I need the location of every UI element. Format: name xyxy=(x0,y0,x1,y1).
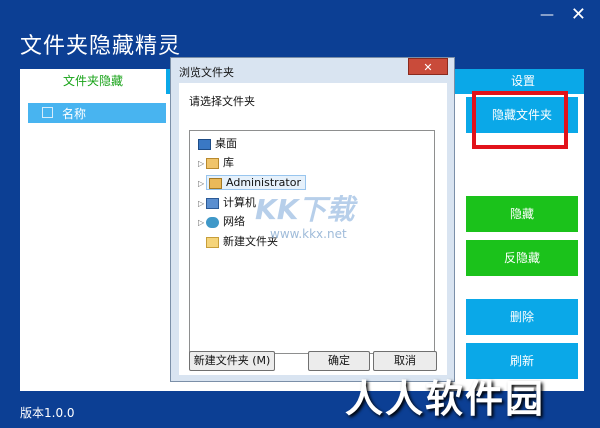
unhide-button[interactable]: 反隐藏 xyxy=(466,240,578,276)
user-folder-icon xyxy=(209,177,222,189)
library-icon xyxy=(206,157,219,169)
tree-item-label: 计算机 xyxy=(223,196,256,209)
network-icon xyxy=(206,216,219,228)
tab-folder-hide[interactable]: 文件夹隐藏 xyxy=(20,69,166,94)
delete-button[interactable]: 删除 xyxy=(466,299,578,335)
expand-icon[interactable]: ▷ xyxy=(198,155,206,173)
dialog-title: 浏览文件夹 xyxy=(179,66,234,79)
tree-item-desktop[interactable]: 桌面 xyxy=(198,135,237,153)
folder-tree[interactable]: 桌面 ▷ 库 ▷ Administrator ▷ 计算机 ▷ 网络 新建文件夹 xyxy=(189,130,435,354)
tree-item-label: 库 xyxy=(223,156,234,169)
tree-item-new-folder[interactable]: 新建文件夹 xyxy=(206,233,278,251)
computer-icon xyxy=(206,197,219,209)
folder-icon xyxy=(206,236,219,248)
desktop-icon xyxy=(198,138,211,150)
tree-item-library[interactable]: ▷ 库 xyxy=(198,154,234,172)
app-title: 文件夹隐藏精灵 xyxy=(20,34,182,59)
expand-icon[interactable]: ▷ xyxy=(198,195,206,213)
new-folder-button[interactable]: 新建文件夹 (M) xyxy=(189,351,275,371)
tree-item-network[interactable]: ▷ 网络 xyxy=(198,213,245,231)
column-name: 名称 xyxy=(62,107,87,121)
kk-watermark: KK下载 xyxy=(255,193,355,226)
list-header: 名称 xyxy=(28,103,166,123)
expand-icon[interactable]: ▷ xyxy=(198,214,206,232)
hide-button[interactable]: 隐藏 xyxy=(466,196,578,232)
minimize-icon[interactable]: — xyxy=(540,8,554,22)
tree-item-label: 桌面 xyxy=(215,137,237,150)
dialog-close-icon[interactable]: ✕ xyxy=(408,58,448,75)
version-label: 版本1.0.0 xyxy=(20,406,75,420)
select-all-checkbox[interactable] xyxy=(42,107,53,118)
highlight-box xyxy=(472,91,568,149)
tree-item-computer[interactable]: ▷ 计算机 xyxy=(198,194,256,212)
app-window: 文件夹隐藏精灵 — ✕ 文件夹隐藏 设置 名称 隐藏文件夹 隐藏 反隐藏 删除 … xyxy=(0,0,600,428)
close-icon[interactable]: ✕ xyxy=(571,6,586,24)
dialog-prompt: 请选择文件夹 xyxy=(189,95,255,108)
tree-item-label: 网络 xyxy=(223,215,245,228)
kk-url-watermark: www.kkx.net xyxy=(270,227,347,241)
expand-icon[interactable]: ▷ xyxy=(198,175,206,193)
site-watermark: 人人软件园 xyxy=(345,377,546,421)
